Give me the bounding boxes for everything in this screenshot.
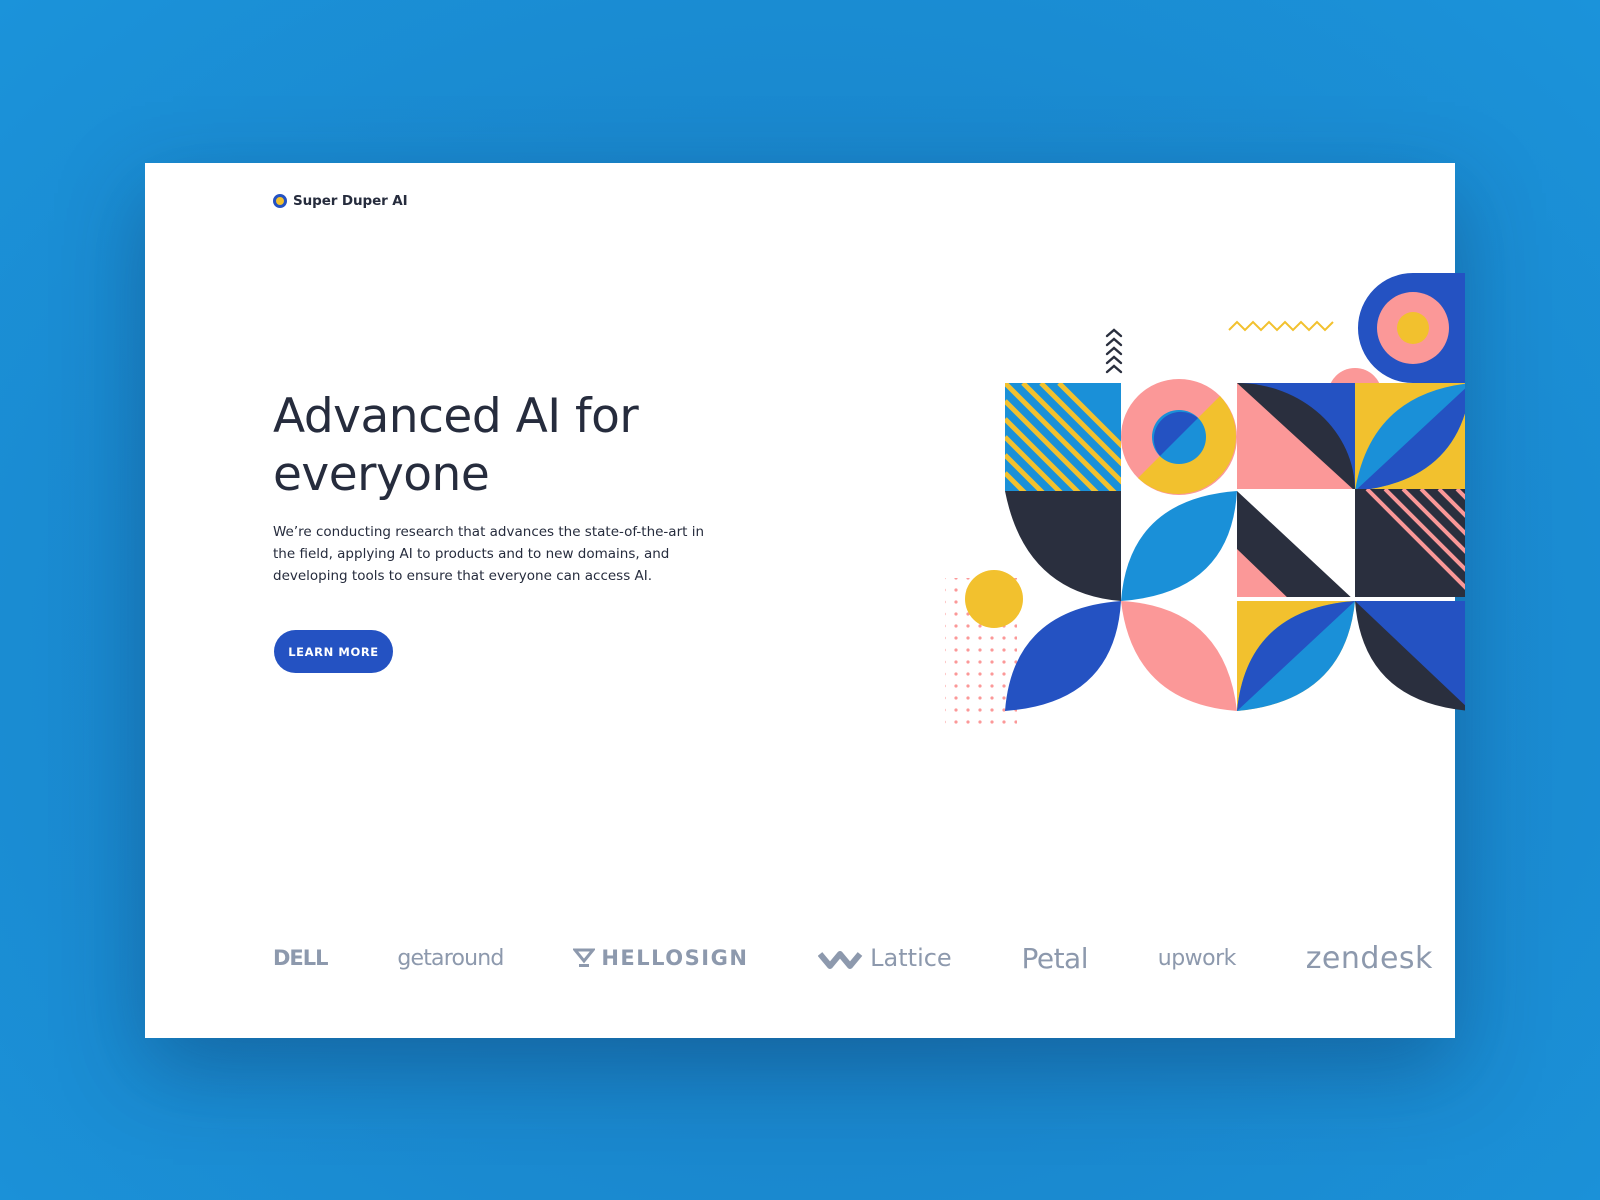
customer-logos: DELL getaround HELLOSIGN Lattice Petal u… <box>273 933 1433 983</box>
brand-dot-icon <box>273 194 287 208</box>
logo-getaround: getaround <box>397 945 504 971</box>
hero-description: We’re conducting research that advances … <box>273 524 705 584</box>
logo-zendesk-text: zendesk <box>1305 940 1433 976</box>
hero-title: Advanced AI for everyone <box>273 389 639 502</box>
zigzag-decoration <box>1228 320 1334 332</box>
logo-lattice-text: Lattice <box>870 944 952 972</box>
tile-leaf-yellow <box>1355 383 1465 491</box>
geometric-illustration <box>945 273 1465 728</box>
chevrons-decoration <box>1105 328 1123 374</box>
tile-navy-lens <box>1005 491 1121 601</box>
tile-blue-lens-bottom <box>1005 601 1121 711</box>
tile-navy-quarter <box>1355 601 1465 711</box>
tile-pink-lens <box>1121 601 1237 711</box>
logo-hellosign: HELLOSIGN <box>573 946 748 970</box>
tile-half-circle <box>1237 383 1355 491</box>
logo-upwork-text: upwork <box>1157 945 1237 971</box>
logo-dell-text: DELL <box>273 946 329 970</box>
yellow-circle <box>965 570 1023 628</box>
hellosign-mark-icon <box>573 948 596 967</box>
target-shape <box>1358 273 1465 383</box>
learn-more-button[interactable]: LEARN MORE <box>274 630 393 673</box>
landing-card: Super Duper AI Advanced AI for everyone … <box>145 163 1465 1038</box>
tile-donut <box>1121 379 1237 495</box>
logo-lattice: Lattice <box>818 944 952 972</box>
logo-zendesk: zendesk <box>1306 941 1433 976</box>
logo-upwork: upwork <box>1157 945 1237 971</box>
logo-getaround-text: getaround <box>397 945 504 971</box>
lattice-mark-icon <box>818 951 863 969</box>
brand-name: Super Duper AI <box>293 193 408 209</box>
logo-hellosign-text: HELLOSIGN <box>601 946 749 970</box>
brand[interactable]: Super Duper AI <box>273 193 408 209</box>
tile-navy-triangle <box>1237 489 1355 597</box>
logo-petal-text: Petal <box>1021 941 1088 975</box>
logo-dell: DELL <box>273 946 329 970</box>
logo-petal: Petal <box>1021 942 1088 975</box>
tile-striped-triangle <box>1355 489 1465 597</box>
tile-blue-leaf <box>1121 491 1237 601</box>
tile-yellow-leaf <box>1237 601 1355 711</box>
